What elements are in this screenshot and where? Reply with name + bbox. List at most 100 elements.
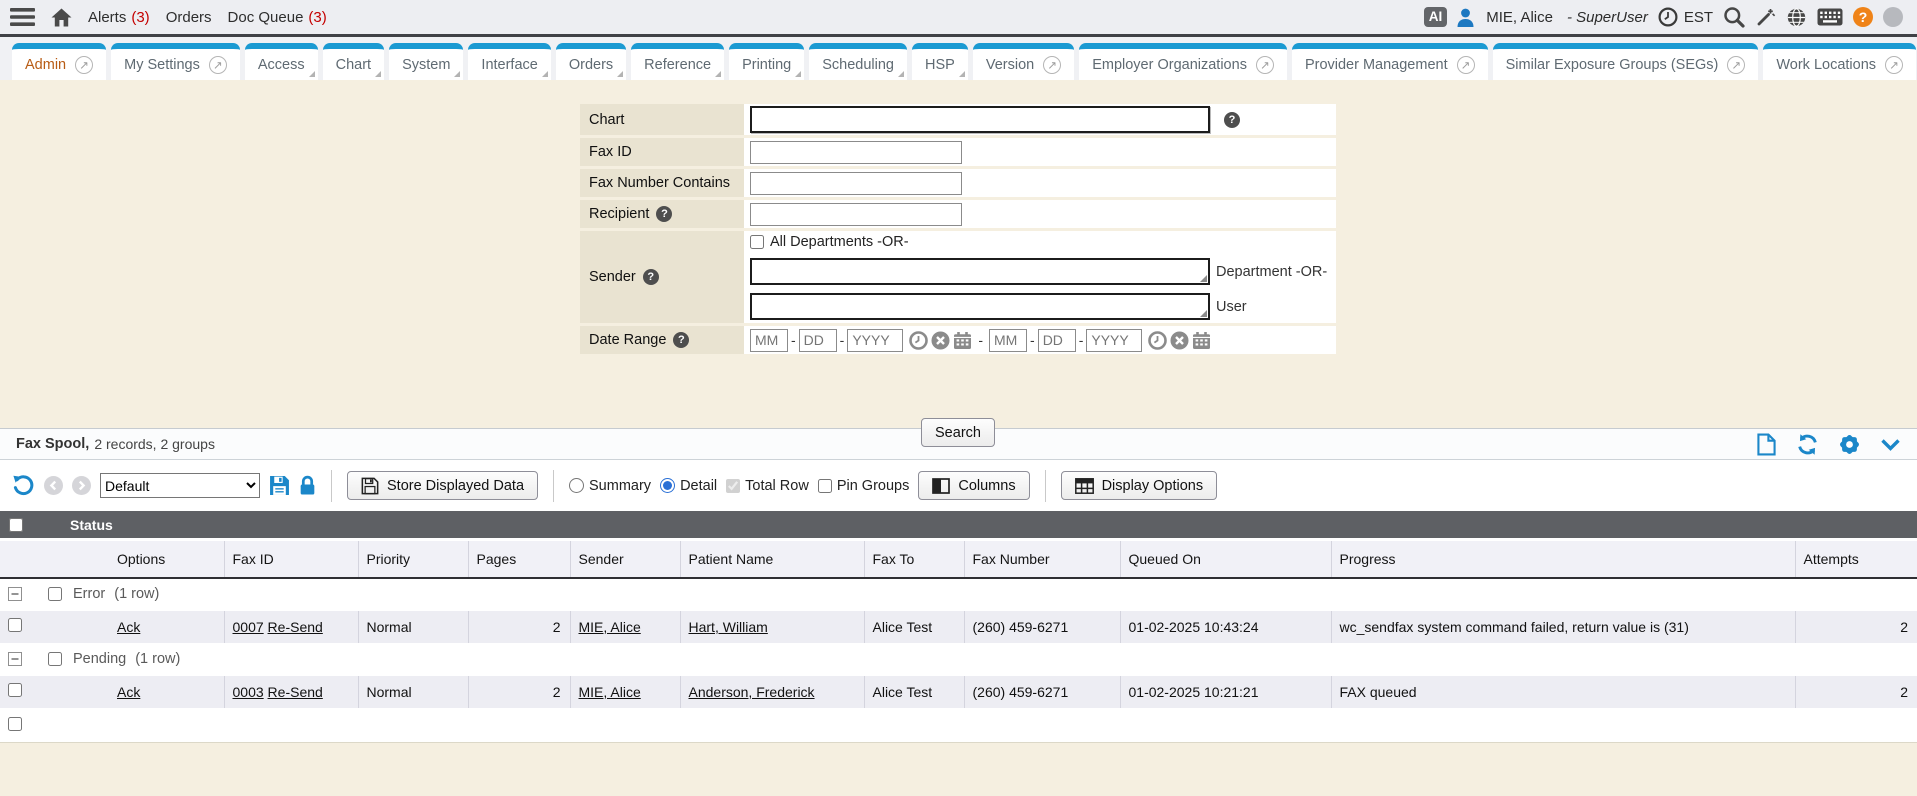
menu-item-orders[interactable]: Orders xyxy=(166,9,212,26)
popout-icon[interactable]: ↗ xyxy=(75,56,93,74)
resize-grip-icon[interactable] xyxy=(1200,310,1207,317)
tab-my-settings[interactable]: My Settings ↗ xyxy=(111,43,240,80)
tab-scheduling[interactable]: Scheduling xyxy=(809,43,907,80)
popout-icon[interactable]: ↗ xyxy=(1457,56,1475,74)
detail-radio[interactable]: Detail xyxy=(660,478,717,494)
new-document-icon[interactable] xyxy=(1757,433,1776,456)
search-button[interactable]: Search xyxy=(921,418,995,447)
patient-name-link[interactable]: Anderson, Frederick xyxy=(689,684,815,700)
end-calendar-icon[interactable] xyxy=(1192,331,1211,350)
end-day-input[interactable] xyxy=(1038,329,1076,352)
tab-admin[interactable]: Admin ↗ xyxy=(12,43,106,80)
popout-icon[interactable]: ↗ xyxy=(1043,56,1061,74)
user-icon[interactable] xyxy=(1457,8,1474,27)
gear-icon[interactable] xyxy=(1839,434,1860,455)
popout-icon[interactable]: ↗ xyxy=(1727,56,1745,74)
tab-similar-exposure-groups[interactable]: Similar Exposure Groups (SEGs) ↗ xyxy=(1493,43,1759,80)
save-view-icon[interactable] xyxy=(269,475,290,496)
fax-number-contains-input[interactable] xyxy=(750,172,962,195)
sender-link[interactable]: MIE, Alice xyxy=(579,684,641,700)
columns-button[interactable]: Columns xyxy=(918,471,1029,500)
select-all-checkbox[interactable] xyxy=(9,518,23,532)
start-month-input[interactable] xyxy=(750,329,788,352)
end-year-input[interactable] xyxy=(1086,329,1142,352)
pin-groups-checkbox[interactable]: Pin Groups xyxy=(818,478,910,494)
column-header-attempts[interactable]: Attempts xyxy=(1795,541,1917,578)
recipient-help-icon[interactable]: ? xyxy=(656,206,672,222)
view-select[interactable]: Default xyxy=(100,473,260,498)
clock-icon[interactable] xyxy=(1658,7,1678,27)
sender-user-input[interactable] xyxy=(750,293,1210,320)
tab-access[interactable]: Access xyxy=(245,43,318,80)
collapse-group-icon[interactable] xyxy=(8,652,22,666)
sender-department-input[interactable] xyxy=(750,258,1210,285)
ack-link[interactable]: Ack xyxy=(117,619,140,635)
tab-hsp[interactable]: HSP xyxy=(912,43,968,80)
column-header-patient-name[interactable]: Patient Name xyxy=(680,541,864,578)
column-header-fax-number[interactable]: Fax Number xyxy=(964,541,1120,578)
collapse-section-icon[interactable] xyxy=(1880,438,1901,451)
ai-badge[interactable]: AI xyxy=(1424,7,1448,27)
summary-radio[interactable]: Summary xyxy=(569,478,651,494)
sender-link[interactable]: MIE, Alice xyxy=(579,619,641,635)
group-select-checkbox[interactable] xyxy=(48,652,62,666)
start-clear-icon[interactable] xyxy=(931,331,950,350)
end-time-icon[interactable] xyxy=(1148,331,1167,350)
tab-reference[interactable]: Reference xyxy=(631,43,724,80)
tab-work-locations[interactable]: Work Locations ↗ xyxy=(1763,43,1916,80)
column-header-options[interactable]: Options xyxy=(100,541,224,578)
popout-icon[interactable]: ↗ xyxy=(1256,56,1274,74)
fax-id-link[interactable]: 0007 xyxy=(233,619,264,635)
start-year-input[interactable] xyxy=(847,329,903,352)
tab-provider-management[interactable]: Provider Management ↗ xyxy=(1292,43,1488,80)
resend-link[interactable]: Re-Send xyxy=(268,619,323,635)
column-header-sender[interactable]: Sender xyxy=(570,541,680,578)
column-header-fax-to[interactable]: Fax To xyxy=(864,541,964,578)
tab-orders[interactable]: Orders xyxy=(556,43,626,80)
chart-help-icon[interactable]: ? xyxy=(1224,112,1240,128)
date-range-help-icon[interactable]: ? xyxy=(673,332,689,348)
tab-printing[interactable]: Printing xyxy=(729,43,804,80)
collapse-group-icon[interactable] xyxy=(8,587,22,601)
tab-chart[interactable]: Chart xyxy=(323,43,384,80)
help-icon[interactable]: ? xyxy=(1853,7,1873,27)
column-header-queued-on[interactable]: Queued On xyxy=(1120,541,1331,578)
row-select-checkbox[interactable] xyxy=(8,683,22,697)
wand-icon[interactable] xyxy=(1755,7,1776,28)
column-header-fax-id[interactable]: Fax ID xyxy=(224,541,358,578)
lock-view-icon[interactable] xyxy=(299,475,316,496)
total-row-checkbox[interactable]: Total Row xyxy=(726,478,809,494)
history-back-icon[interactable] xyxy=(44,476,63,495)
pin-groups-checkbox-input[interactable] xyxy=(818,479,832,493)
fax-id-link[interactable]: 0003 xyxy=(233,684,264,700)
home-icon[interactable] xyxy=(51,8,72,27)
recipient-input[interactable] xyxy=(750,203,962,226)
globe-icon[interactable] xyxy=(1786,7,1807,28)
start-day-input[interactable] xyxy=(799,329,837,352)
store-displayed-data-button[interactable]: Store Displayed Data xyxy=(347,471,538,500)
group-select-checkbox[interactable] xyxy=(48,587,62,601)
fax-id-input[interactable] xyxy=(750,141,962,164)
keyboard-icon[interactable] xyxy=(1817,8,1843,26)
column-header-pages[interactable]: Pages xyxy=(468,541,570,578)
undo-icon[interactable] xyxy=(12,475,35,496)
menu-item-doc-queue[interactable]: Doc Queue (3) xyxy=(228,9,327,26)
tab-employer-organizations[interactable]: Employer Organizations ↗ xyxy=(1079,43,1287,80)
ack-link[interactable]: Ack xyxy=(117,684,140,700)
start-time-icon[interactable] xyxy=(909,331,928,350)
detail-radio-input[interactable] xyxy=(660,478,675,493)
tab-system[interactable]: System xyxy=(389,43,463,80)
display-options-button[interactable]: Display Options xyxy=(1061,471,1218,500)
column-header-progress[interactable]: Progress xyxy=(1331,541,1795,578)
popout-icon[interactable]: ↗ xyxy=(209,56,227,74)
hamburger-menu-icon[interactable] xyxy=(10,8,35,26)
menu-item-alerts[interactable]: Alerts (3) xyxy=(88,9,150,26)
end-clear-icon[interactable] xyxy=(1170,331,1189,350)
history-forward-icon[interactable] xyxy=(72,476,91,495)
search-icon[interactable] xyxy=(1723,6,1745,28)
tab-version[interactable]: Version ↗ xyxy=(973,43,1074,80)
refresh-icon[interactable] xyxy=(1796,434,1819,455)
start-calendar-icon[interactable] xyxy=(953,331,972,350)
all-departments-checkbox[interactable] xyxy=(750,235,764,249)
user-name[interactable]: MIE, Alice xyxy=(1486,9,1553,26)
